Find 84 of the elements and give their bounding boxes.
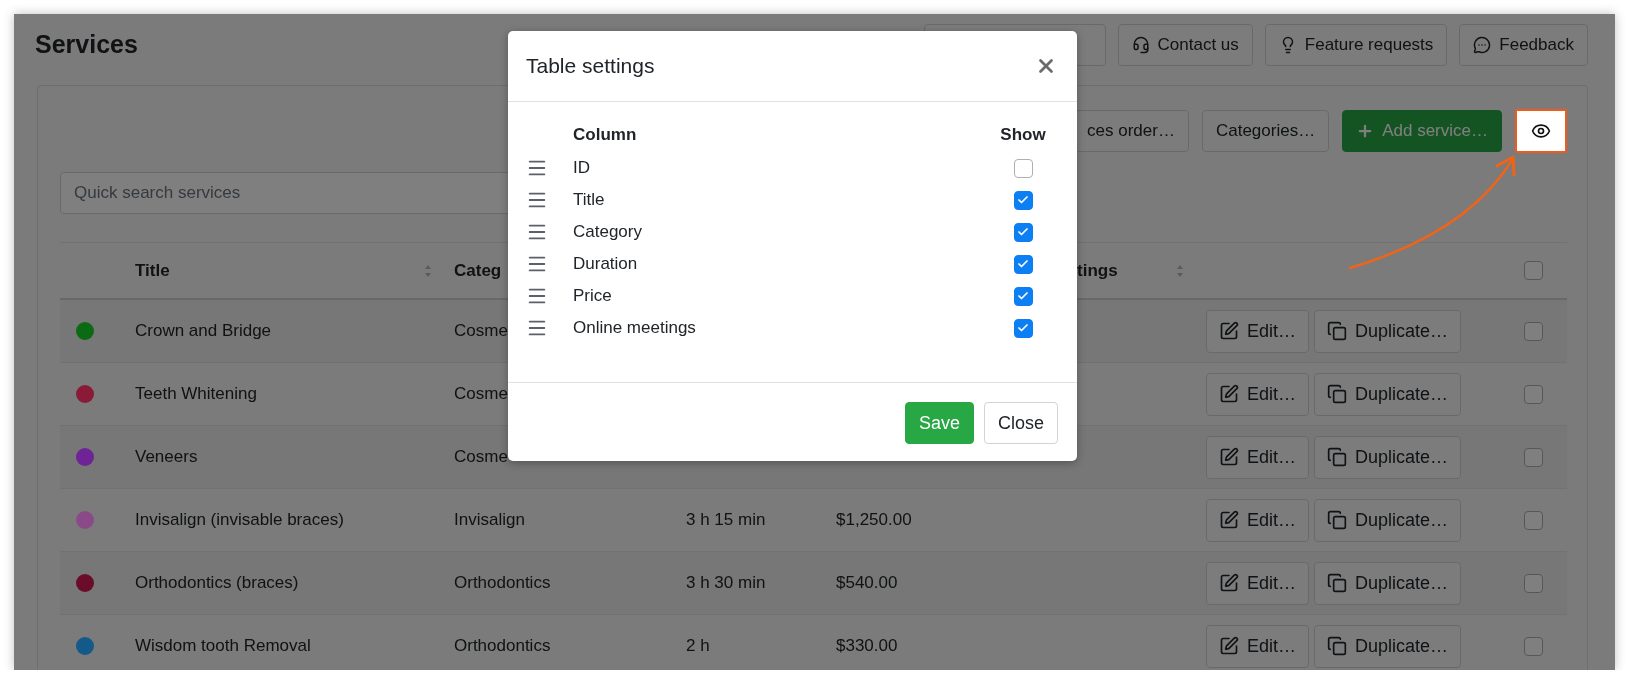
table-cell: 3 h 30 min [686,573,766,593]
column-header: Categ [454,260,502,281]
column-name: Category [573,222,642,242]
pencil-square-icon [1219,636,1239,656]
show-checkbox[interactable] [1013,158,1033,178]
row-checkbox[interactable] [1524,447,1543,467]
table-cell: Orthodontics [454,573,551,593]
check-icon [1017,322,1029,334]
table-cell: Teeth Whitening [135,384,257,404]
show-checkbox[interactable] [1013,190,1033,210]
duplicate-button[interactable]: Duplicate… [1314,372,1462,416]
edit-button[interactable]: Edit… [1206,435,1310,479]
check-icon [1017,290,1029,302]
column-name: Price [573,286,612,306]
table-cell: $330.00 [836,636,898,656]
column-header: Title [135,260,170,281]
table-cell: $1,250.00 [836,510,912,530]
check-icon [1017,226,1029,238]
table-cell: 2 h [686,636,710,656]
edit-button[interactable]: Edit… [1206,309,1310,353]
toolbar-button[interactable]: ces order… [1074,110,1189,152]
header-button[interactable]: Feature requests [1264,23,1448,66]
duplicate-button[interactable]: Duplicate… [1314,309,1462,353]
table-cell: Orthodontics (braces) [135,573,299,593]
add-service-button[interactable]: Add service… [1342,110,1502,152]
table-cell: $540.00 [836,573,898,593]
copy-icon [1327,321,1348,341]
row-checkbox[interactable] [1524,573,1543,593]
show-checkbox[interactable] [1013,286,1033,306]
copy-icon [1327,573,1348,593]
copy-icon [1327,384,1348,404]
check-icon [1017,258,1029,270]
show-checkbox[interactable] [1013,318,1033,338]
save-button[interactable]: Save [904,402,974,444]
row-checkbox[interactable] [1524,384,1543,404]
select-all-checkbox[interactable] [1524,261,1543,280]
table-cell: Invisalign [454,510,525,530]
dialog-title: Table settings [526,54,655,78]
pencil-square-icon [1219,384,1239,404]
headset-icon [1131,35,1150,54]
check-icon [1017,194,1029,206]
table-cell: 3 h 15 min [686,510,766,530]
view-button[interactable] [1515,109,1567,153]
close-button[interactable]: Close [983,402,1058,444]
show-checkbox[interactable] [1013,222,1033,242]
column-heading: Column [573,125,637,145]
column-header: tings [1077,260,1118,281]
table-cell: Invisalign (invisable braces) [135,510,344,530]
pencil-square-icon [1219,510,1239,530]
pencil-square-icon [1219,447,1239,467]
edit-button[interactable]: Edit… [1206,498,1310,542]
copy-icon [1327,510,1348,530]
pencil-square-icon [1219,573,1239,593]
eye-icon [1531,121,1551,141]
pencil-square-icon [1219,321,1239,341]
table-cell: Wisdom tooth Removal [135,636,311,656]
edit-button[interactable]: Edit… [1206,561,1310,605]
duplicate-button[interactable]: Duplicate… [1314,561,1462,605]
row-checkbox[interactable] [1524,510,1543,530]
duplicate-button[interactable]: Duplicate… [1314,624,1462,668]
header-button[interactable]: Feedback [1459,23,1588,66]
copy-icon [1327,447,1348,467]
header-button[interactable]: Contact us [1117,23,1253,66]
edit-button[interactable]: Edit… [1206,624,1310,668]
table-cell: Cosme [454,447,508,467]
table-cell: Veneers [135,447,198,467]
row-checkbox[interactable] [1524,636,1543,656]
chat-bubble-icon [1473,35,1492,54]
toolbar-button[interactable]: Categories… [1201,110,1330,152]
copy-icon [1327,636,1348,656]
table-cell: Cosme [454,321,508,341]
show-heading: Show [1000,125,1046,145]
row-checkbox[interactable] [1524,321,1543,341]
column-name: Title [573,190,605,210]
duplicate-button[interactable]: Duplicate… [1314,435,1462,479]
table-cell: Crown and Bridge [135,321,272,341]
column-name: Duration [573,254,638,274]
show-checkbox[interactable] [1013,254,1033,274]
table-cell: Orthodontics [454,636,551,656]
page-title: Services [35,30,138,59]
edit-button[interactable]: Edit… [1206,372,1310,416]
duplicate-button[interactable]: Duplicate… [1314,498,1462,542]
column-name: Online meetings [573,318,696,338]
table-cell: Cosme [454,384,508,404]
